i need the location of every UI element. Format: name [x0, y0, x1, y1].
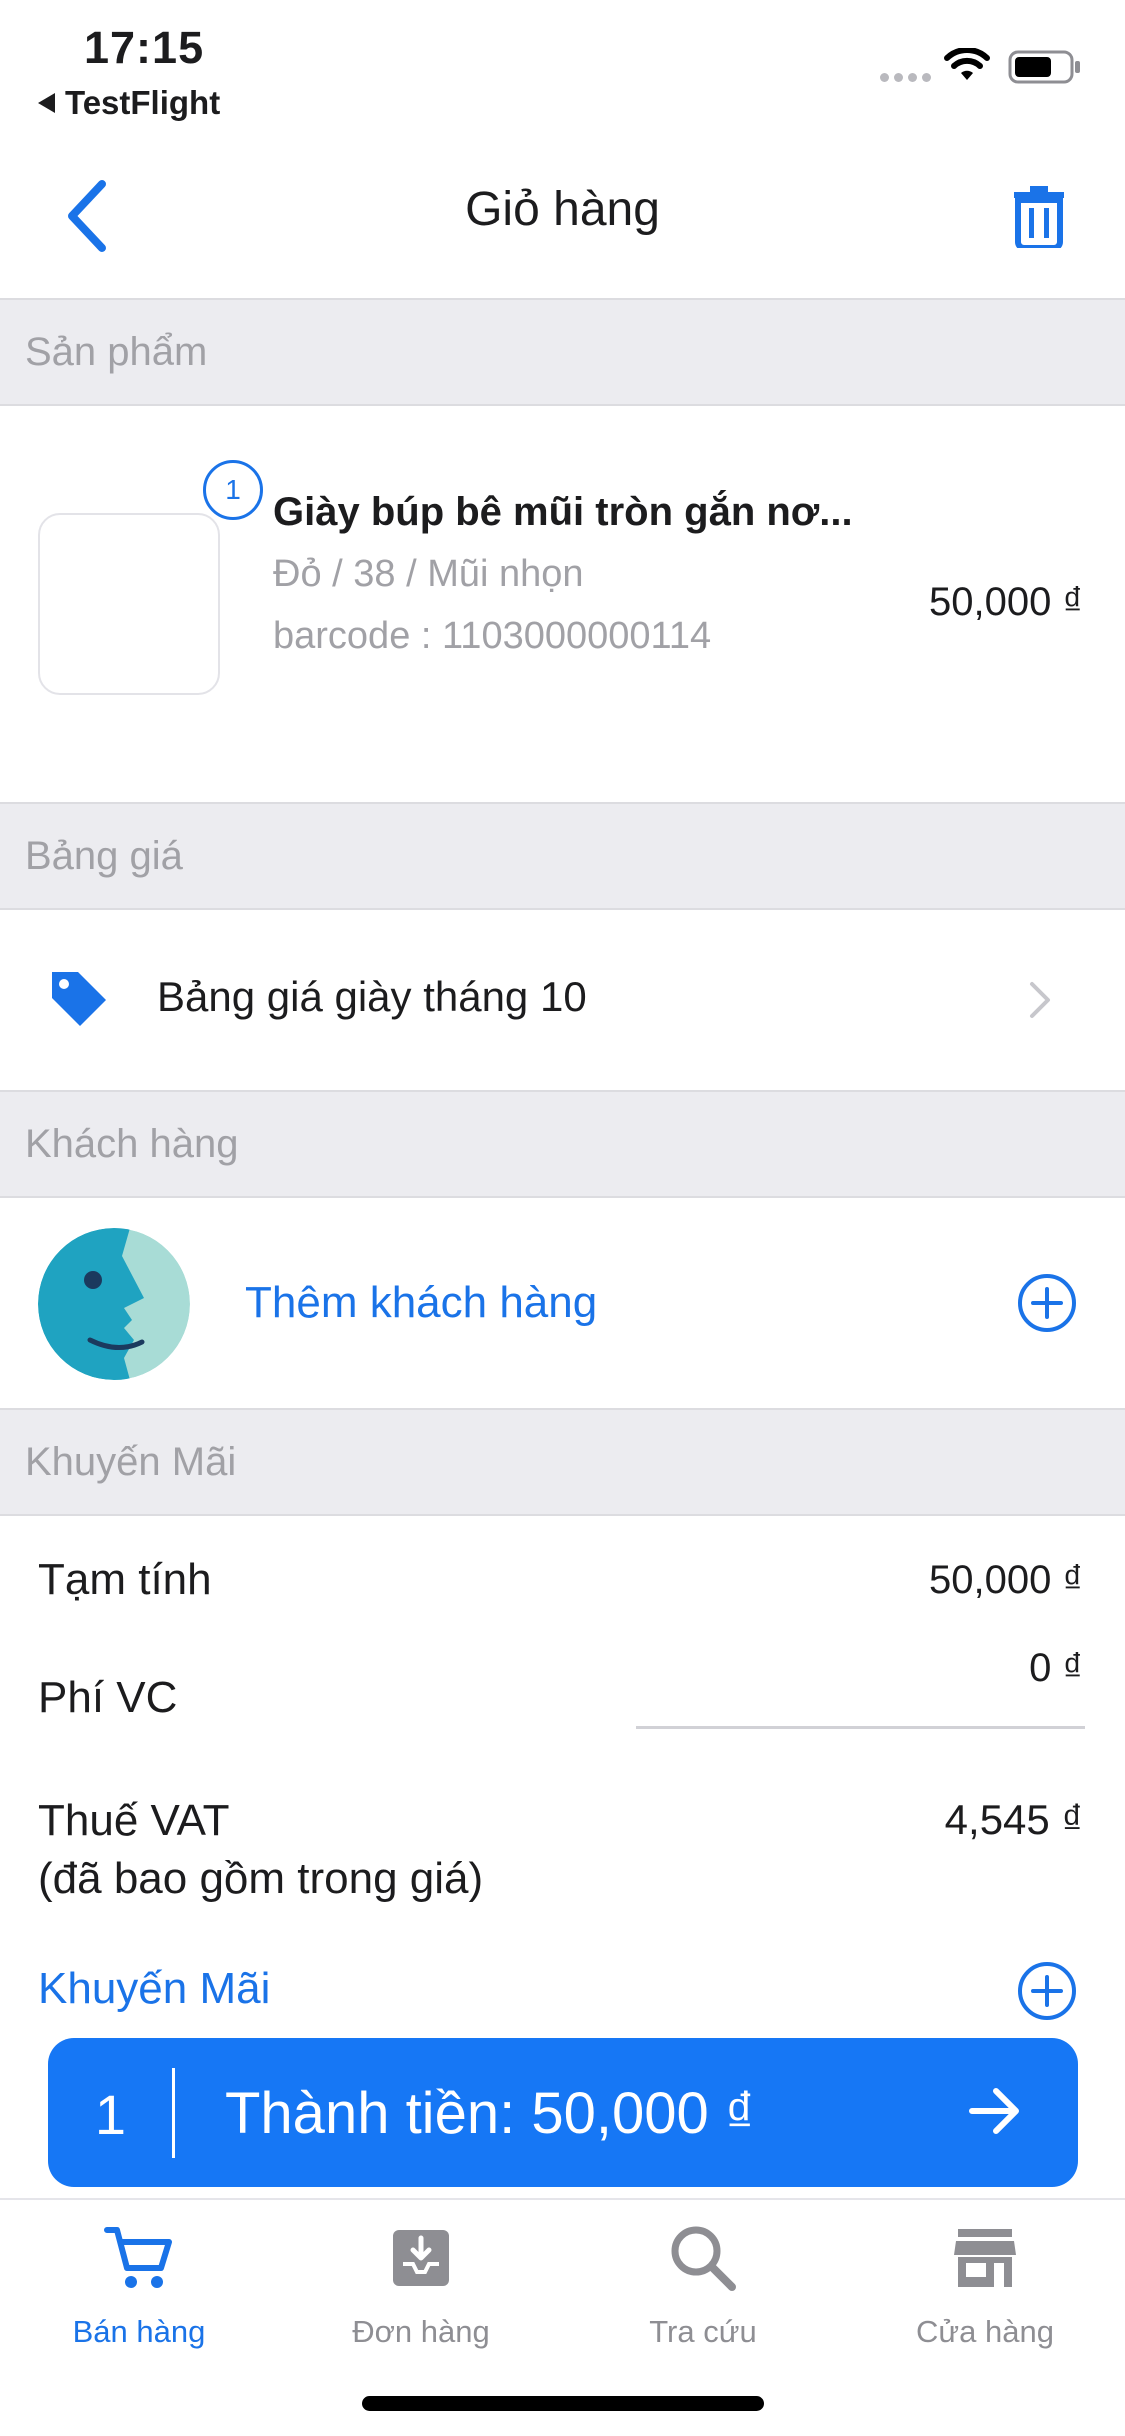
tab-orders-label: Đơn hàng — [352, 2314, 490, 2349]
shipping-fee-label: Phí VC — [38, 1673, 178, 1722]
chevron-right-icon — [1030, 982, 1050, 1018]
product-name[interactable]: Giày búp bê mũi tròn gắn nơ... — [273, 490, 913, 535]
section-header-promotion: Khuyến Mãi — [0, 1408, 1125, 1516]
tab-sell-label: Bán hàng — [72, 2314, 206, 2349]
checkout-item-count: 1 — [94, 2083, 127, 2146]
quantity-badge: 1 — [203, 460, 263, 520]
back-triangle-icon — [38, 93, 55, 113]
tab-search-label: Tra cứu — [649, 2314, 757, 2349]
page-title: Giỏ hàng — [465, 183, 660, 236]
tab-search[interactable]: Tra cứu — [578, 2218, 828, 2350]
battery-icon — [1008, 50, 1080, 84]
inbox-download-icon — [393, 2230, 449, 2286]
vat-note: (đã bao gồm trong giá) — [38, 1854, 484, 1903]
product-barcode: barcode : 1103000000114 — [273, 615, 712, 657]
tab-orders[interactable]: Đơn hàng — [296, 2218, 546, 2350]
search-icon — [671, 2226, 736, 2291]
product-variant: Đỏ / 38 / Mũi nhọn — [273, 553, 584, 595]
section-header-products: Sản phẩm — [0, 298, 1125, 406]
subtotal-value: 50,000 ₫ — [929, 1558, 1083, 1602]
trash-icon[interactable] — [1012, 186, 1066, 248]
product-price: 50,000 ₫ — [929, 580, 1083, 624]
add-customer-label[interactable]: Thêm khách hàng — [245, 1278, 597, 1328]
back-app-label: TestFlight — [65, 84, 221, 121]
section-header-price-list: Bảng giá — [0, 802, 1125, 910]
vat-label: Thuế VAT — [38, 1796, 230, 1845]
tab-store-label: Cửa hàng — [916, 2314, 1054, 2349]
tab-store[interactable]: Cửa hàng — [860, 2218, 1110, 2350]
wifi-icon — [944, 48, 990, 80]
customer-avatar — [38, 1228, 190, 1380]
shipping-fee-input[interactable]: 0 ₫ — [1029, 1646, 1083, 1691]
checkout-total: Thành tiền: 50,000 ₫ — [225, 2081, 755, 2146]
back-to-app-link[interactable]: TestFlight — [38, 84, 220, 122]
checkout-divider — [172, 2068, 175, 2158]
store-icon — [954, 2229, 1016, 2287]
price-list-name: Bảng giá giày tháng 10 — [157, 973, 587, 1020]
home-indicator — [362, 2396, 764, 2411]
add-promotion-icon[interactable] — [1016, 1960, 1078, 2022]
section-header-customer: Khách hàng — [0, 1090, 1125, 1198]
status-time: 17:15 — [84, 22, 205, 73]
shipping-fee-underline — [636, 1726, 1085, 1729]
arrow-right-icon — [969, 2088, 1019, 2134]
add-circle-icon[interactable] — [1016, 1272, 1078, 1334]
checkout-button[interactable]: 1 Thành tiền: 50,000 ₫ — [48, 2038, 1078, 2187]
cellular-dots-icon — [880, 73, 931, 82]
add-promotion-link[interactable]: Khuyến Mãi — [38, 1964, 270, 2014]
vat-value: 4,545 ₫ — [944, 1796, 1083, 1843]
tab-sell[interactable]: Bán hàng — [14, 2218, 264, 2350]
price-tag-icon — [52, 972, 106, 1026]
product-thumbnail[interactable] — [38, 513, 220, 695]
cart-icon — [104, 2227, 172, 2288]
subtotal-label: Tạm tính — [38, 1555, 212, 1604]
